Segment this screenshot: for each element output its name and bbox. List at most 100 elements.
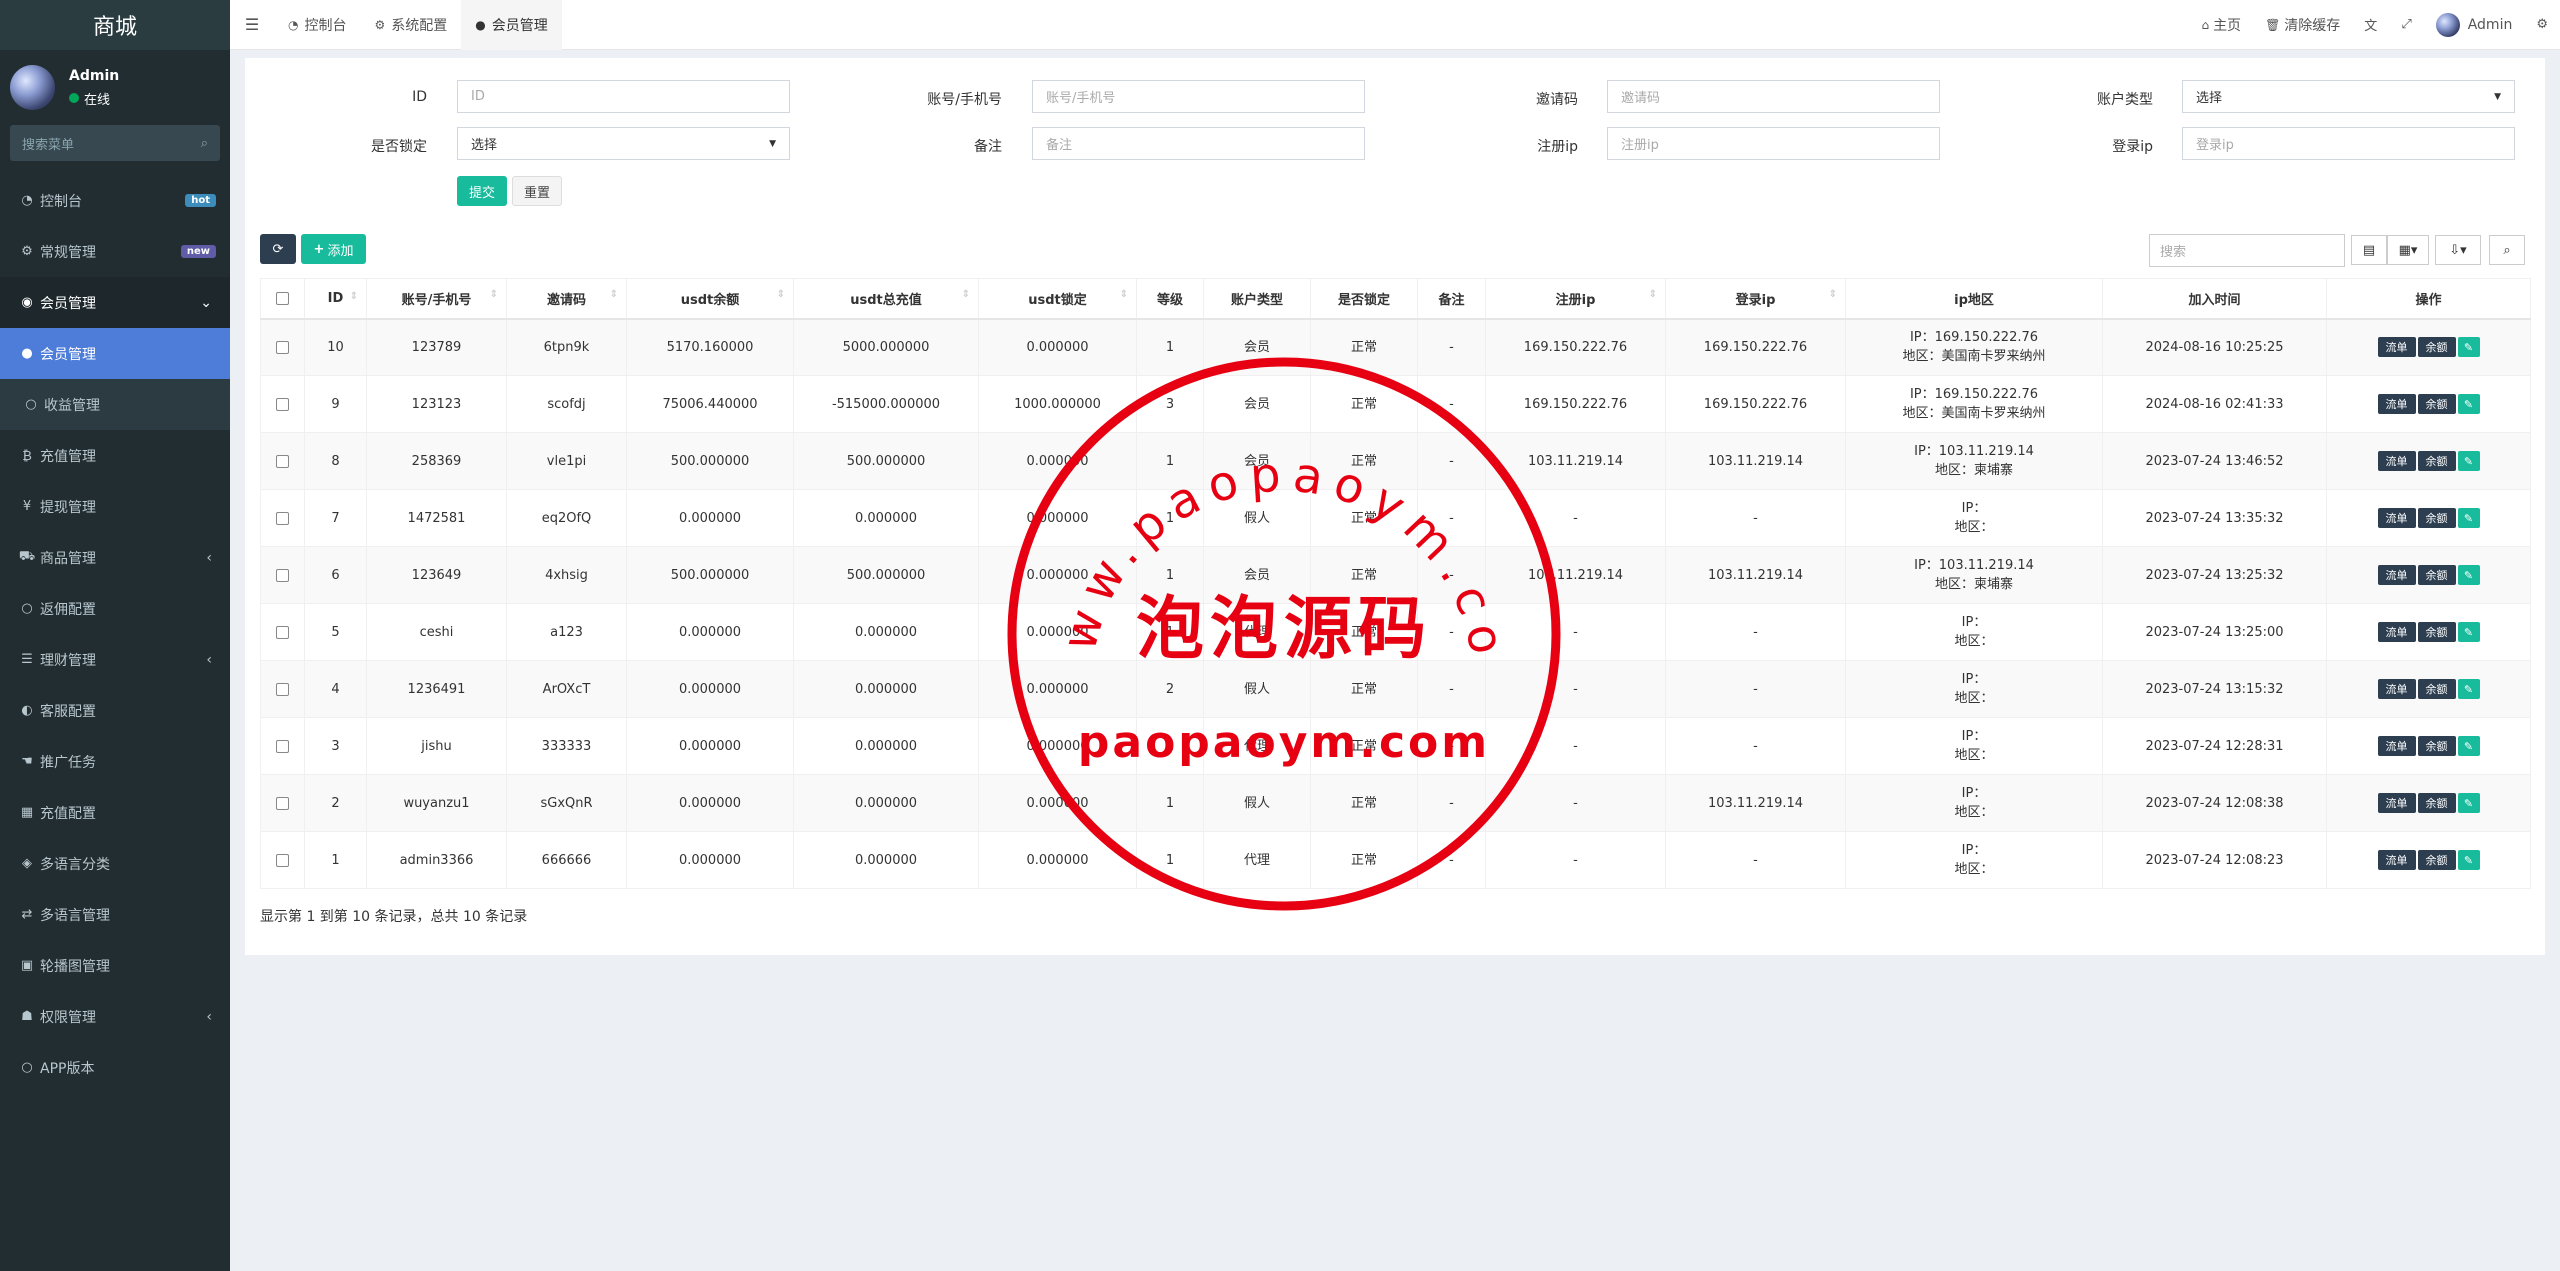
sort-icon[interactable]: ⇕ (1829, 289, 1837, 300)
add-button[interactable]: + 添加 (301, 234, 366, 264)
flow-button[interactable]: 流单 (2377, 451, 2416, 471)
row-checkbox[interactable] (276, 397, 289, 411)
flow-button[interactable]: 流单 (2377, 679, 2416, 699)
sidebar-item-11[interactable]: ☚ 推广任务 (0, 736, 230, 787)
row-checkbox[interactable] (276, 796, 289, 810)
edit-pencil-icon[interactable]: ✎ (2457, 793, 2480, 813)
sidebar-item-9[interactable]: ☰ 理财管理 ‹ (0, 634, 230, 685)
edit-pencil-icon[interactable]: ✎ (2457, 850, 2480, 870)
sort-icon[interactable]: ⇕ (962, 289, 970, 300)
row-checkbox[interactable] (276, 511, 289, 525)
balance-button[interactable]: 余额 (2417, 451, 2456, 471)
edit-pencil-icon[interactable]: ✎ (2457, 337, 2480, 358)
row-checkbox[interactable] (276, 682, 289, 696)
sidebar-item-12[interactable]: ▦ 充值配置 (0, 787, 230, 838)
flow-button[interactable]: 流单 (2377, 394, 2416, 414)
sort-icon[interactable]: ⇕ (490, 289, 498, 300)
column-header-1[interactable]: 账号/手机号 ⇕ (366, 278, 507, 320)
flow-button[interactable]: 流单 (2377, 736, 2416, 756)
row-checkbox[interactable] (276, 340, 289, 354)
sidebar-item-7[interactable]: ⛟ 商品管理 ‹ (0, 532, 230, 583)
id-input[interactable]: ID (457, 80, 790, 113)
balance-button[interactable]: 余额 (2417, 394, 2456, 414)
toggle-view-button[interactable]: ▤ (2351, 235, 2387, 265)
login-ip-input[interactable]: 登录ip (2182, 127, 2515, 160)
common-search-button[interactable]: ⌕ (2489, 235, 2525, 265)
reset-button[interactable]: 重置 (512, 176, 562, 206)
search-icon[interactable]: ⌕ (201, 136, 208, 151)
select-all-checkbox[interactable] (276, 291, 289, 305)
balance-button[interactable]: 余额 (2417, 622, 2456, 642)
column-header-5[interactable]: usdt锁定 ⇕ (978, 278, 1137, 320)
sidebar-item-14[interactable]: ⇄ 多语言管理 (0, 889, 230, 940)
submit-button[interactable]: 提交 (457, 176, 507, 206)
tab-1[interactable]: ⚙ 系统配置 (360, 0, 461, 50)
row-checkbox[interactable] (276, 739, 289, 753)
account-input[interactable]: 账号/手机号 (1032, 80, 1365, 113)
flow-button[interactable]: 流单 (2377, 508, 2416, 528)
settings-icon[interactable]: ⚙ (2524, 17, 2560, 32)
balance-button[interactable]: 余额 (2417, 679, 2456, 699)
row-checkbox[interactable] (276, 853, 289, 867)
row-checkbox[interactable] (276, 625, 289, 639)
tab-0[interactable]: ◔ 控制台 (274, 0, 360, 50)
sidebar-item-10[interactable]: ◐ 客服配置 (0, 685, 230, 736)
row-checkbox[interactable] (276, 568, 289, 582)
sidebar-item-6[interactable]: ¥ 提现管理 (0, 481, 230, 532)
sidebar-item-5[interactable]: ₿ 充值管理 (0, 430, 230, 481)
fullscreen-icon[interactable]: ⤢ (2389, 17, 2423, 32)
sidebar-item-15[interactable]: ▣ 轮播图管理 (0, 940, 230, 991)
sidebar-item-2[interactable]: ◉ 会员管理 ⌄ (0, 277, 230, 328)
sidebar-item-16[interactable]: ☗ 权限管理 ‹ (0, 991, 230, 1042)
edit-pencil-icon[interactable]: ✎ (2457, 565, 2480, 585)
column-header-11[interactable]: 登录ip ⇕ (1665, 278, 1846, 320)
account-type-select[interactable]: 选择 ▼ (2182, 80, 2515, 113)
sort-icon[interactable]: ⇕ (350, 291, 358, 302)
admin-menu[interactable]: Admin (2424, 12, 2525, 37)
flow-button[interactable]: 流单 (2377, 622, 2416, 642)
clear-cache-link[interactable]: 🗑 清除缓存 (2253, 15, 2352, 35)
sidebar-item-17[interactable]: ○ APP版本 (0, 1042, 230, 1093)
remark-input[interactable]: 备注 (1032, 127, 1365, 160)
balance-button[interactable]: 余额 (2417, 850, 2456, 870)
row-checkbox[interactable] (276, 454, 289, 468)
flow-button[interactable]: 流单 (2377, 850, 2416, 870)
tab-2[interactable]: ● 会员管理 (461, 0, 562, 50)
balance-button[interactable]: 余额 (2417, 793, 2456, 813)
balance-button[interactable]: 余额 (2417, 736, 2456, 756)
column-header-4[interactable]: usdt总充值 ⇕ (793, 278, 979, 320)
sidebar-item-3[interactable]: ● 会员管理 (0, 328, 230, 379)
brand-logo[interactable]: 商城 (0, 0, 230, 50)
columns-button[interactable]: ▦▾ (2387, 235, 2429, 265)
sidebar-toggle-icon[interactable]: ☰ (230, 15, 274, 34)
sort-icon[interactable]: ⇕ (777, 289, 785, 300)
edit-pencil-icon[interactable]: ✎ (2457, 508, 2480, 528)
flow-button[interactable]: 流单 (2377, 565, 2416, 585)
balance-button[interactable]: 余额 (2417, 508, 2456, 528)
sort-icon[interactable]: ⇕ (610, 289, 618, 300)
sidebar-item-0[interactable]: ◔ 控制台 hot (0, 175, 230, 226)
column-header-0[interactable]: ID ⇕ (304, 278, 367, 320)
sidebar-item-8[interactable]: ○ 返佣配置 (0, 583, 230, 634)
sidebar-item-1[interactable]: ⚙ 常规管理 new (0, 226, 230, 277)
invite-input[interactable]: 邀请码 (1607, 80, 1940, 113)
column-header-2[interactable]: 邀请码 ⇕ (506, 278, 627, 320)
column-header-10[interactable]: 注册ip ⇕ (1485, 278, 1666, 320)
balance-button[interactable]: 余额 (2417, 565, 2456, 585)
edit-pencil-icon[interactable]: ✎ (2457, 394, 2480, 414)
edit-pencil-icon[interactable]: ✎ (2457, 679, 2480, 699)
home-link[interactable]: ⌂ 主页 (2189, 15, 2253, 35)
locked-select[interactable]: 选择 ▼ (457, 127, 790, 160)
flow-button[interactable]: 流单 (2377, 337, 2416, 358)
flow-button[interactable]: 流单 (2377, 793, 2416, 813)
refresh-button[interactable]: ⟳ (260, 234, 296, 264)
sidebar-item-13[interactable]: ◈ 多语言分类 (0, 838, 230, 889)
sort-icon[interactable]: ⇕ (1649, 289, 1657, 300)
column-header-3[interactable]: usdt余额 ⇕ (626, 278, 794, 320)
sidebar-item-4[interactable]: ○ 收益管理 (0, 379, 230, 430)
balance-button[interactable]: 余额 (2417, 337, 2456, 358)
edit-pencil-icon[interactable]: ✎ (2457, 736, 2480, 756)
menu-search-input[interactable]: 搜索菜单 ⌕ (10, 125, 220, 161)
reg-ip-input[interactable]: 注册ip (1607, 127, 1940, 160)
sort-icon[interactable]: ⇕ (1120, 289, 1128, 300)
